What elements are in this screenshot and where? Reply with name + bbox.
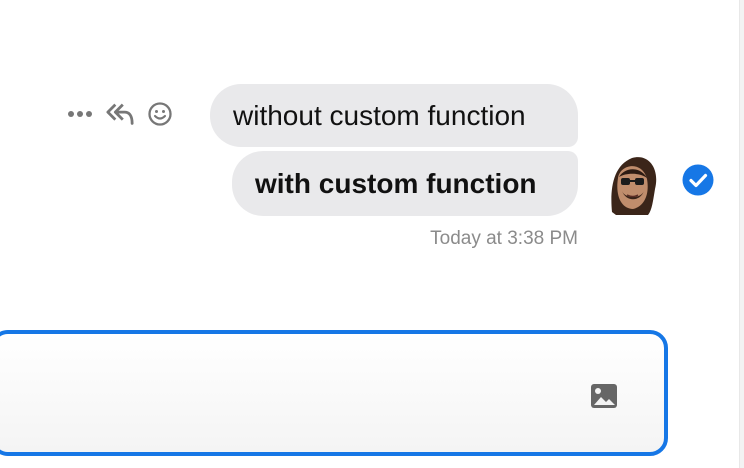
image-icon — [591, 384, 617, 408]
more-options-button[interactable] — [66, 100, 94, 128]
smiley-icon — [148, 102, 172, 126]
image-upload-button[interactable] — [588, 380, 620, 412]
reply-all-button[interactable] — [106, 100, 134, 128]
check-circle-icon — [682, 164, 714, 196]
more-horizontal-icon — [68, 111, 92, 117]
scrollbar-track[interactable] — [739, 0, 744, 468]
reply-all-icon — [106, 103, 134, 125]
avatar-image — [611, 157, 657, 215]
read-status-indicator — [682, 164, 714, 196]
message-text: without custom function — [233, 99, 526, 131]
chat-page: without custom function with custom func… — [0, 0, 744, 468]
message-timestamp: Today at 3:38 PM — [430, 228, 578, 249]
message-bubble[interactable]: with custom function — [232, 151, 578, 216]
emoji-reaction-button[interactable] — [146, 100, 174, 128]
message-input[interactable] — [18, 352, 562, 440]
message-bubble[interactable]: without custom function — [210, 84, 578, 147]
avatar[interactable] — [604, 154, 660, 216]
message-text: with custom function — [255, 167, 537, 199]
message-actions — [66, 98, 174, 130]
message-composer[interactable] — [0, 330, 668, 456]
